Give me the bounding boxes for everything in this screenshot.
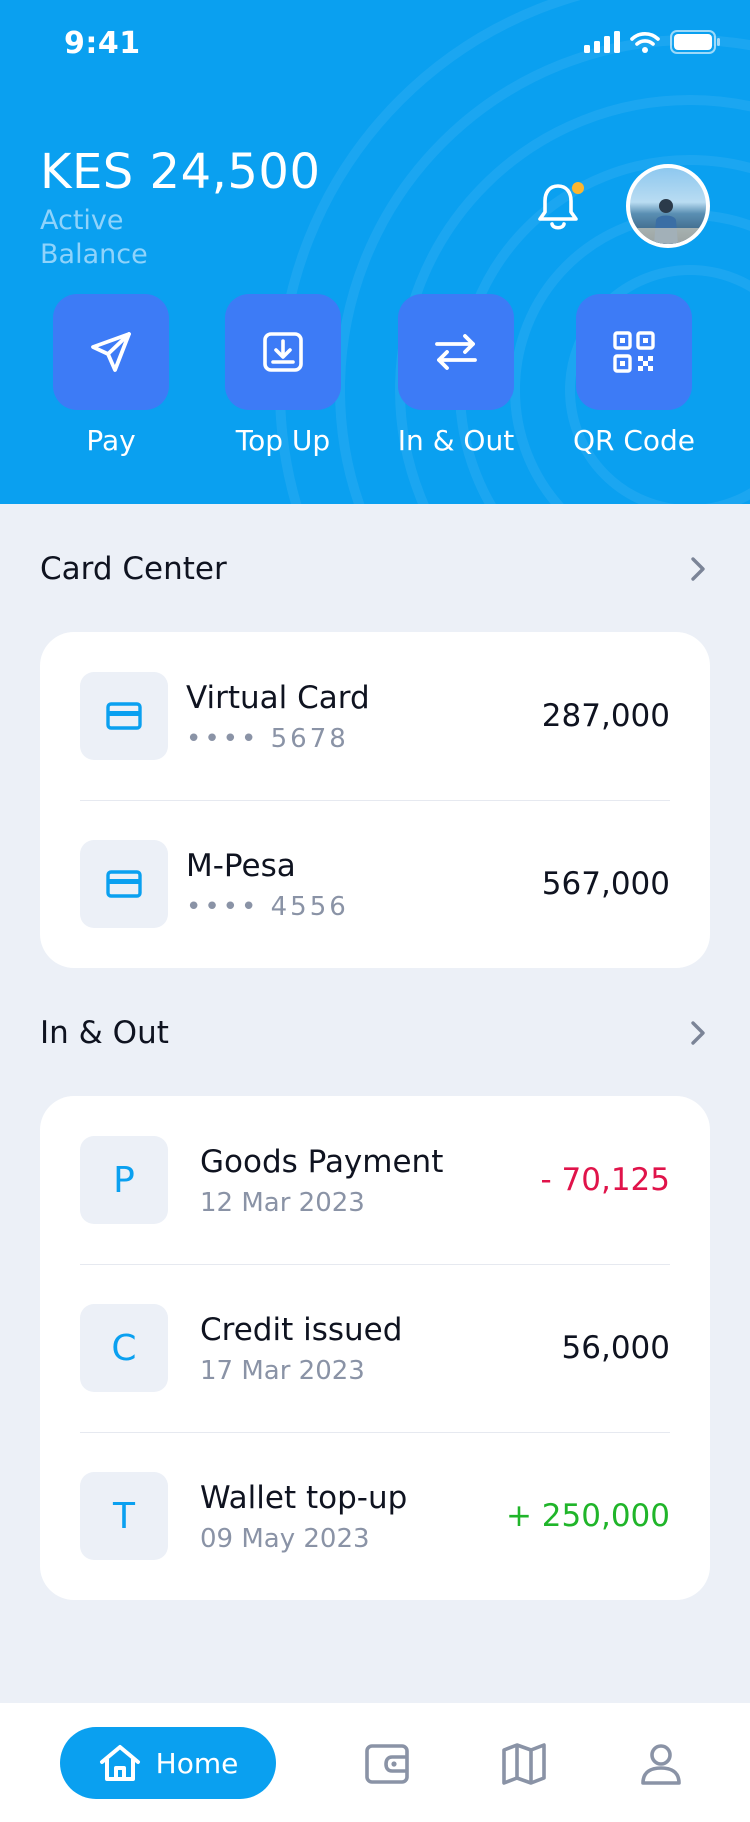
in-out-action[interactable]: In & Out bbox=[386, 294, 526, 464]
nav-home-button[interactable]: Home bbox=[60, 1727, 276, 1799]
top-up-label: Top Up bbox=[235, 424, 331, 457]
map-icon[interactable] bbox=[501, 1741, 547, 1787]
notification-badge bbox=[572, 182, 584, 194]
transaction-row[interactable]: P Goods Payment 12 Mar 2023 - 70,125 bbox=[80, 1096, 670, 1264]
card-balance: 567,000 bbox=[541, 866, 670, 902]
transaction-list: P Goods Payment 12 Mar 2023 - 70,125 C C… bbox=[40, 1096, 710, 1600]
top-up-button[interactable] bbox=[225, 294, 341, 410]
card-row[interactable]: Virtual Card •••• 5678 287,000 bbox=[80, 632, 670, 800]
transaction-avatar: C bbox=[80, 1304, 168, 1392]
credit-card-icon bbox=[106, 702, 142, 730]
transaction-info: Credit issued 17 Mar 2023 bbox=[200, 1310, 562, 1386]
pay-action[interactable]: Pay bbox=[41, 294, 181, 464]
bottom-navigation: Home bbox=[0, 1703, 750, 1822]
transaction-row[interactable]: T Wallet top-up 09 May 2023 + 250,000 bbox=[80, 1432, 670, 1600]
pay-button[interactable] bbox=[53, 294, 169, 410]
status-time: 9:41 bbox=[64, 26, 141, 61]
card-number: •••• 4556 bbox=[186, 892, 349, 922]
balance-label: Active Balance bbox=[40, 205, 148, 270]
card-balance: 287,000 bbox=[541, 698, 670, 734]
card-info: M-Pesa •••• 4556 bbox=[186, 846, 542, 922]
nav-home-label: Home bbox=[155, 1746, 239, 1780]
home-icon bbox=[99, 1745, 140, 1781]
battery-icon bbox=[670, 30, 720, 54]
card-tile bbox=[80, 672, 168, 760]
transaction-title: Wallet top-up bbox=[200, 1480, 408, 1516]
card-name: Virtual Card bbox=[186, 680, 370, 716]
balance-amount: KES 24,500 bbox=[40, 144, 321, 200]
quick-actions: Pay Top Up In & Out QR Code bbox=[0, 294, 750, 464]
qr-code-label: QR Code bbox=[572, 424, 696, 457]
pay-label: Pay bbox=[86, 424, 136, 457]
transaction-date: 12 Mar 2023 bbox=[200, 1188, 365, 1218]
qr-code-action[interactable]: QR Code bbox=[564, 294, 704, 464]
card-row[interactable]: M-Pesa •••• 4556 567,000 bbox=[80, 800, 670, 968]
in-out-title: In & Out bbox=[40, 1015, 169, 1051]
transaction-amount: + 250,000 bbox=[505, 1498, 670, 1534]
status-bar: 9:41 bbox=[0, 0, 750, 90]
credit-card-icon bbox=[106, 870, 142, 898]
in-out-label: In & Out bbox=[397, 424, 515, 457]
transaction-initial: T bbox=[113, 1495, 135, 1537]
transaction-info: Goods Payment 12 Mar 2023 bbox=[200, 1142, 540, 1218]
card-name: M-Pesa bbox=[186, 848, 296, 884]
transaction-row[interactable]: C Credit issued 17 Mar 2023 56,000 bbox=[80, 1264, 670, 1432]
chevron-right-icon[interactable] bbox=[686, 1018, 710, 1048]
card-number: •••• 5678 bbox=[186, 724, 349, 754]
transaction-date: 17 Mar 2023 bbox=[200, 1356, 365, 1386]
transaction-date: 09 May 2023 bbox=[200, 1524, 370, 1554]
transaction-info: Wallet top-up 09 May 2023 bbox=[200, 1478, 506, 1554]
in-out-button[interactable] bbox=[398, 294, 514, 410]
card-center-header[interactable]: Card Center bbox=[40, 544, 710, 594]
balance-header: 9:41 KES 24,500 Active Balance Pay Top U… bbox=[0, 0, 750, 504]
transaction-title: Credit issued bbox=[200, 1312, 403, 1348]
card-tile bbox=[80, 840, 168, 928]
top-up-action[interactable]: Top Up bbox=[213, 294, 353, 464]
transaction-avatar: T bbox=[80, 1472, 168, 1560]
qr-code-icon bbox=[613, 331, 655, 373]
avatar-photo bbox=[630, 199, 706, 244]
transaction-title: Goods Payment bbox=[200, 1144, 444, 1180]
transaction-amount: 56,000 bbox=[561, 1330, 670, 1366]
transaction-amount: - 70,125 bbox=[540, 1162, 670, 1198]
wallet-icon[interactable] bbox=[364, 1741, 410, 1787]
card-info: Virtual Card •••• 5678 bbox=[186, 678, 542, 754]
download-icon bbox=[263, 332, 303, 372]
avatar[interactable] bbox=[626, 164, 710, 248]
transfer-icon bbox=[435, 334, 477, 370]
card-list: Virtual Card •••• 5678 287,000 M-Pesa ••… bbox=[40, 632, 710, 968]
transaction-initial: P bbox=[113, 1159, 135, 1201]
wifi-icon bbox=[630, 32, 660, 53]
status-icons bbox=[584, 30, 722, 54]
transaction-avatar: P bbox=[80, 1136, 168, 1224]
send-icon bbox=[91, 332, 131, 372]
cellular-signal-icon bbox=[584, 31, 620, 53]
in-out-header[interactable]: In & Out bbox=[40, 1008, 710, 1058]
profile-icon[interactable] bbox=[638, 1741, 684, 1787]
transaction-initial: C bbox=[111, 1327, 137, 1369]
card-center-title: Card Center bbox=[40, 551, 227, 587]
qr-code-button[interactable] bbox=[576, 294, 692, 410]
chevron-right-icon[interactable] bbox=[686, 554, 710, 584]
